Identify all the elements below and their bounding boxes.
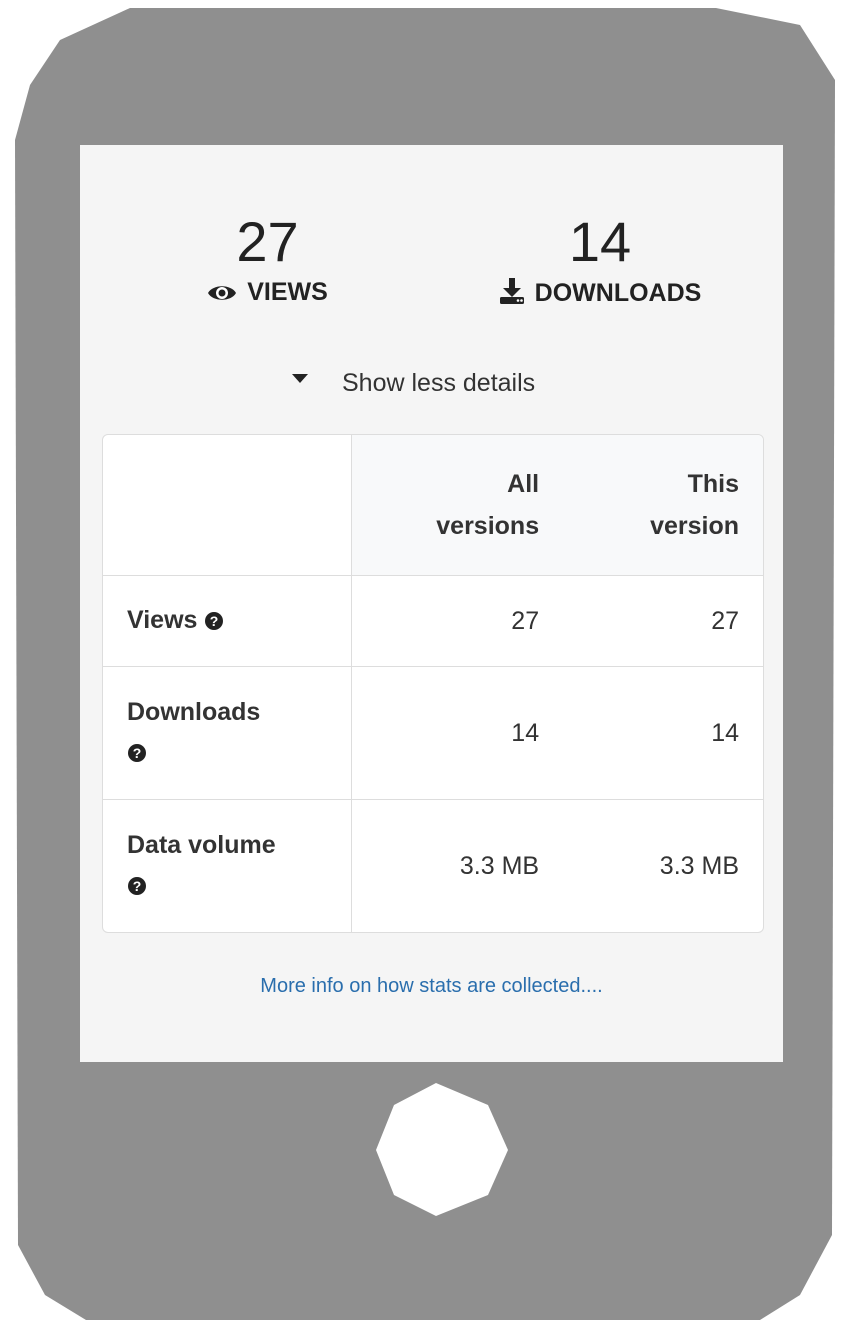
all-versions-label: All versions xyxy=(436,470,540,540)
this-version-cell: 27 xyxy=(563,576,763,667)
caret-down-icon xyxy=(292,374,308,383)
this-version-cell: 14 xyxy=(563,667,763,800)
row-label: Data volume xyxy=(127,830,276,859)
svg-text:?: ? xyxy=(133,745,142,761)
views-stat: 27 VIEWS xyxy=(180,211,355,311)
downloads-count: 14 xyxy=(568,210,632,273)
question-circle-icon[interactable]: ? xyxy=(204,603,224,643)
row-label: Views xyxy=(127,605,198,634)
views-label: VIEWS xyxy=(247,278,328,306)
all-versions-cell: 3.3 MB xyxy=(459,851,540,880)
this-version-cell: 3.3 MB xyxy=(659,851,739,880)
question-circle-icon[interactable]: ? xyxy=(127,735,147,775)
toggle-label: Show less details xyxy=(342,369,536,397)
downloads-label-row: DOWNLOADS xyxy=(470,277,730,312)
all-versions-cell: 14 xyxy=(352,667,564,800)
row-label: Downloads xyxy=(127,697,261,726)
table-header-row: All versions This version xyxy=(103,435,763,576)
question-circle-icon[interactable]: ? xyxy=(127,868,147,908)
stats-table: All versions This version Views ? 27 27 … xyxy=(102,434,764,933)
table-header-this-version: This version xyxy=(563,435,763,576)
views-label-row: VIEWS xyxy=(180,277,355,311)
more-info-link[interactable]: More info on how stats are collected.... xyxy=(80,975,783,998)
table-row: Views ? 27 27 xyxy=(103,576,763,667)
svg-text:?: ? xyxy=(210,613,219,629)
table-row: Data volume ? 3.3 MB 3.3 MB xyxy=(103,800,763,932)
row-label-cell: Views ? xyxy=(103,576,352,667)
row-label-cell: Downloads ? xyxy=(103,667,352,800)
this-version-label: This version xyxy=(650,470,739,540)
downloads-stat: 14 DOWNLOADS xyxy=(470,211,730,312)
table-header-empty xyxy=(103,435,352,576)
all-versions-cell: 27 xyxy=(352,576,564,667)
table-row: Downloads ? 14 14 xyxy=(103,667,763,800)
phone-screen: 27 VIEWS 14 DOWNLOADS Show less details … xyxy=(80,145,783,1062)
show-less-details-toggle[interactable]: Show less details xyxy=(292,363,535,403)
eye-icon xyxy=(207,281,237,311)
row-label-cell: Data volume ? xyxy=(103,800,352,932)
views-count: 27 xyxy=(236,210,299,273)
downloads-label: DOWNLOADS xyxy=(534,279,702,307)
table-header-all-versions: All versions xyxy=(352,435,564,576)
svg-text:?: ? xyxy=(133,878,142,894)
download-icon xyxy=(499,277,525,312)
